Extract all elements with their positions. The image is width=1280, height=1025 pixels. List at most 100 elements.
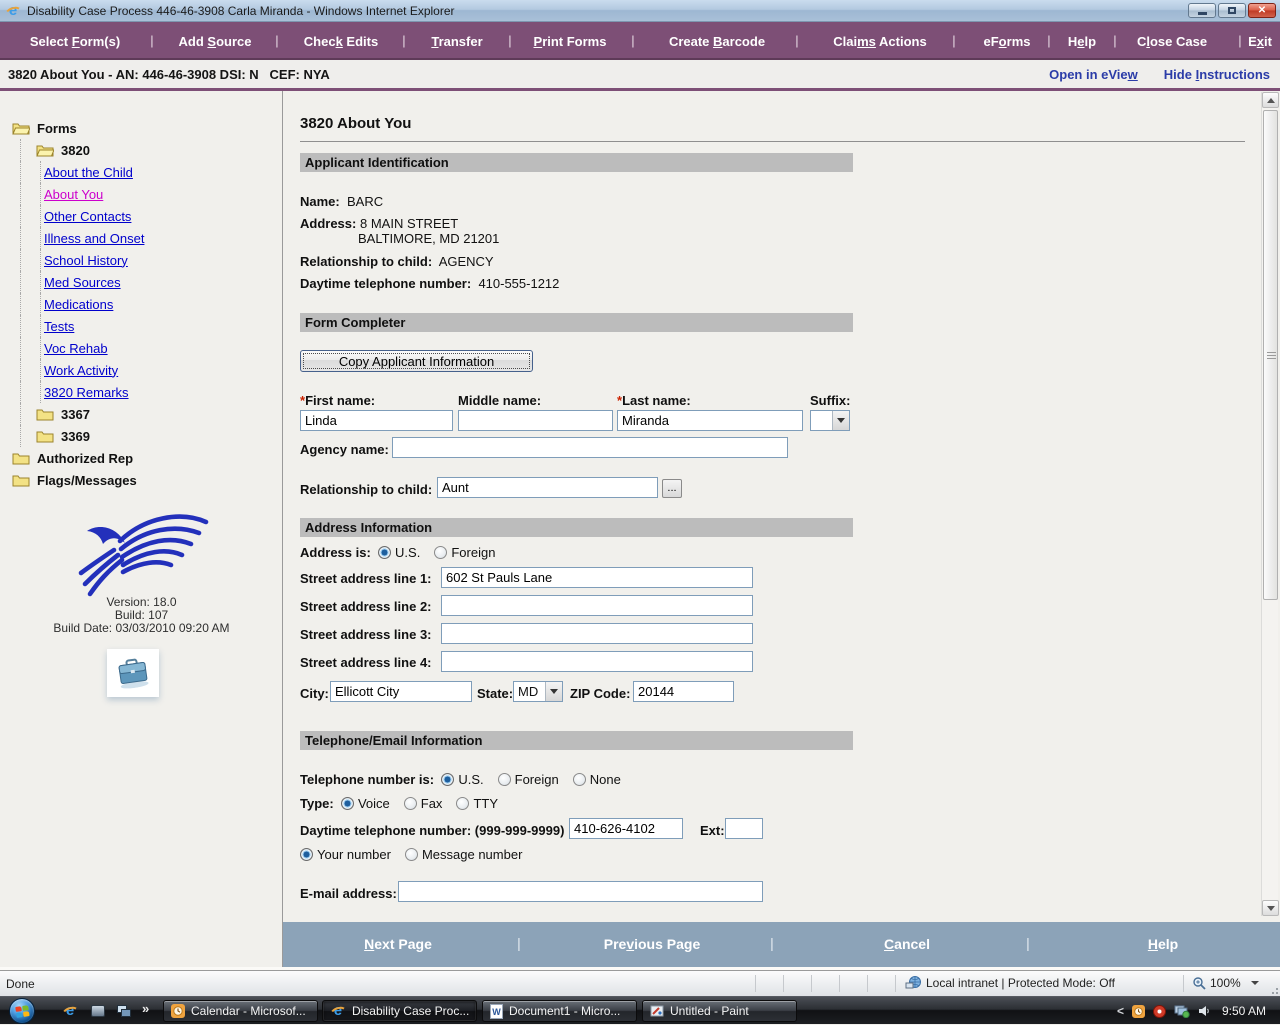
taskbar-button-paint[interactable]: Untitled - Paint [642, 1000, 797, 1022]
tree-node-3367[interactable]: 3367 [0, 403, 283, 425]
tree-node-3369[interactable]: 3369 [0, 425, 283, 447]
relationship-to-child-input[interactable] [437, 477, 658, 498]
middle-name-input[interactable] [458, 410, 613, 431]
tree-link-school-history[interactable]: School History [0, 249, 283, 271]
help-button[interactable]: Help [1148, 936, 1178, 952]
volume-tray-icon[interactable] [1198, 1005, 1210, 1017]
type-tty-radio[interactable] [456, 797, 470, 810]
menu-close-case[interactable]: Close Case [1137, 34, 1207, 49]
tree-link-about-you[interactable]: About You [0, 183, 283, 205]
message-number-radio[interactable] [404, 848, 418, 861]
name-label: Name: [300, 194, 340, 209]
clock[interactable]: 9:50 AM [1222, 1004, 1266, 1018]
phone-foreign-radio[interactable] [497, 773, 511, 786]
phone-us-radio[interactable] [441, 773, 455, 786]
alert-tray-icon[interactable] [1152, 1004, 1166, 1018]
tree-node-3820[interactable]: 3820 [0, 139, 283, 161]
street-line1-input[interactable] [441, 567, 753, 588]
last-name-label: Last name: [622, 393, 691, 408]
menu-select-forms[interactable]: Select Form(s) [30, 34, 120, 49]
folder-open-icon [36, 145, 54, 157]
menu-claims-actions[interactable]: Claims Actions [833, 34, 926, 49]
dropdown-arrow-icon [832, 411, 849, 430]
menu-transfer[interactable]: Transfer [431, 34, 482, 49]
previous-page-button[interactable]: Previous Page [604, 936, 701, 952]
tree-node-forms[interactable]: Forms [0, 117, 283, 139]
menu-separator: | [150, 33, 154, 48]
tree-link-tests[interactable]: Tests [0, 315, 283, 337]
city-input[interactable] [330, 681, 472, 702]
street-line2-input[interactable] [441, 595, 753, 616]
tree-node-authorized-rep[interactable]: Authorized Rep [0, 447, 283, 469]
restore-button[interactable] [1218, 3, 1246, 18]
vertical-scrollbar[interactable] [1261, 92, 1279, 916]
taskbar-button-word[interactable]: W Document1 - Micro... [482, 1000, 637, 1022]
tree-link-illness-and-onset[interactable]: Illness and Onset [0, 227, 283, 249]
menu-check-edits[interactable]: Check Edits [304, 34, 378, 49]
outlook-reminder-tray-icon[interactable] [1131, 1004, 1145, 1018]
menu-exit[interactable]: Exit [1248, 34, 1272, 49]
tree-link-work-activity[interactable]: Work Activity [0, 359, 283, 381]
tree-link-other-contacts[interactable]: Other Contacts [0, 205, 283, 227]
show-desktop-icon[interactable] [88, 1002, 108, 1020]
menu-print-forms[interactable]: Print Forms [534, 34, 607, 49]
agency-name-input[interactable] [392, 437, 788, 458]
quicklaunch-ie-icon[interactable]: e [60, 1002, 80, 1020]
agency-name-label: Agency name: [300, 442, 389, 457]
window-titlebar: e Disability Case Process 446-46-3908 Ca… [0, 0, 1280, 22]
type-fax-radio[interactable] [403, 797, 417, 810]
copy-applicant-information-button[interactable]: Copy Applicant Information [300, 350, 533, 372]
email-address-input[interactable] [398, 881, 763, 902]
scroll-up-button[interactable] [1262, 92, 1279, 108]
windows-flag-icon [15, 1005, 30, 1019]
scrollbar-thumb[interactable] [1263, 110, 1278, 600]
close-icon: ✕ [1257, 5, 1267, 16]
tree-link-3820-remarks[interactable]: 3820 Remarks [0, 381, 283, 403]
start-button[interactable] [9, 998, 35, 1024]
last-name-input[interactable] [617, 410, 803, 431]
zoom-control[interactable]: 100% [1192, 976, 1259, 990]
state-select[interactable]: MD [513, 681, 563, 702]
taskbar-button-disability-case[interactable]: e Disability Case Proc... [322, 1000, 477, 1022]
zip-code-input[interactable] [633, 681, 734, 702]
next-page-button[interactable]: Next Page [364, 936, 432, 952]
ext-input[interactable] [725, 818, 763, 839]
address-us-radio[interactable] [378, 546, 392, 559]
close-button[interactable]: ✕ [1248, 3, 1276, 18]
tree-link-medications[interactable]: Medications [0, 293, 283, 315]
network-tray-icon[interactable] [1174, 1005, 1190, 1018]
scroll-down-button[interactable] [1262, 900, 1279, 916]
phone-none-radio[interactable] [572, 773, 586, 786]
email-address-label: E-mail address: [300, 886, 397, 901]
street-line3-input[interactable] [441, 623, 753, 644]
menu-create-barcode[interactable]: Create Barcode [669, 34, 765, 49]
scroll-up-icon [1266, 97, 1275, 103]
forms-tree: Forms 3820 About the Child About You Oth… [0, 117, 283, 491]
switch-windows-icon[interactable] [114, 1002, 134, 1020]
first-name-input[interactable] [300, 410, 453, 431]
menu-eforms[interactable]: eForms [984, 34, 1031, 49]
menu-add-source[interactable]: Add Source [179, 34, 252, 49]
daytime-number-input[interactable] [569, 818, 683, 839]
tree-link-about-the-child[interactable]: About the Child [0, 161, 283, 183]
tray-expand-chevron[interactable]: < [1117, 1004, 1124, 1018]
open-in-eview-link[interactable]: Open in eView [1049, 67, 1138, 82]
cancel-button[interactable]: Cancel [884, 936, 930, 952]
menu-help[interactable]: Help [1068, 34, 1096, 49]
address-foreign-radio[interactable] [434, 546, 448, 559]
taskbar-button-calendar[interactable]: Calendar - Microsof... [163, 1000, 318, 1022]
hide-instructions-link[interactable]: Hide Instructions [1164, 67, 1270, 82]
address-foreign-label: Foreign [451, 545, 496, 560]
minimize-button[interactable] [1188, 3, 1216, 18]
street-line4-input[interactable] [441, 651, 753, 672]
relationship-browse-button[interactable]: ... [662, 479, 682, 498]
quicklaunch-overflow-chevron[interactable]: » [142, 1001, 149, 1016]
suffix-select[interactable] [810, 410, 850, 431]
your-number-radio[interactable] [300, 848, 313, 861]
tree-link-med-sources[interactable]: Med Sources [0, 271, 283, 293]
tree-link-voc-rehab[interactable]: Voc Rehab [0, 337, 283, 359]
footer-separator: | [517, 935, 521, 951]
phone-none-label: None [589, 772, 621, 787]
type-voice-radio[interactable] [340, 797, 354, 810]
tree-node-flags-messages[interactable]: Flags/Messages [0, 469, 283, 491]
